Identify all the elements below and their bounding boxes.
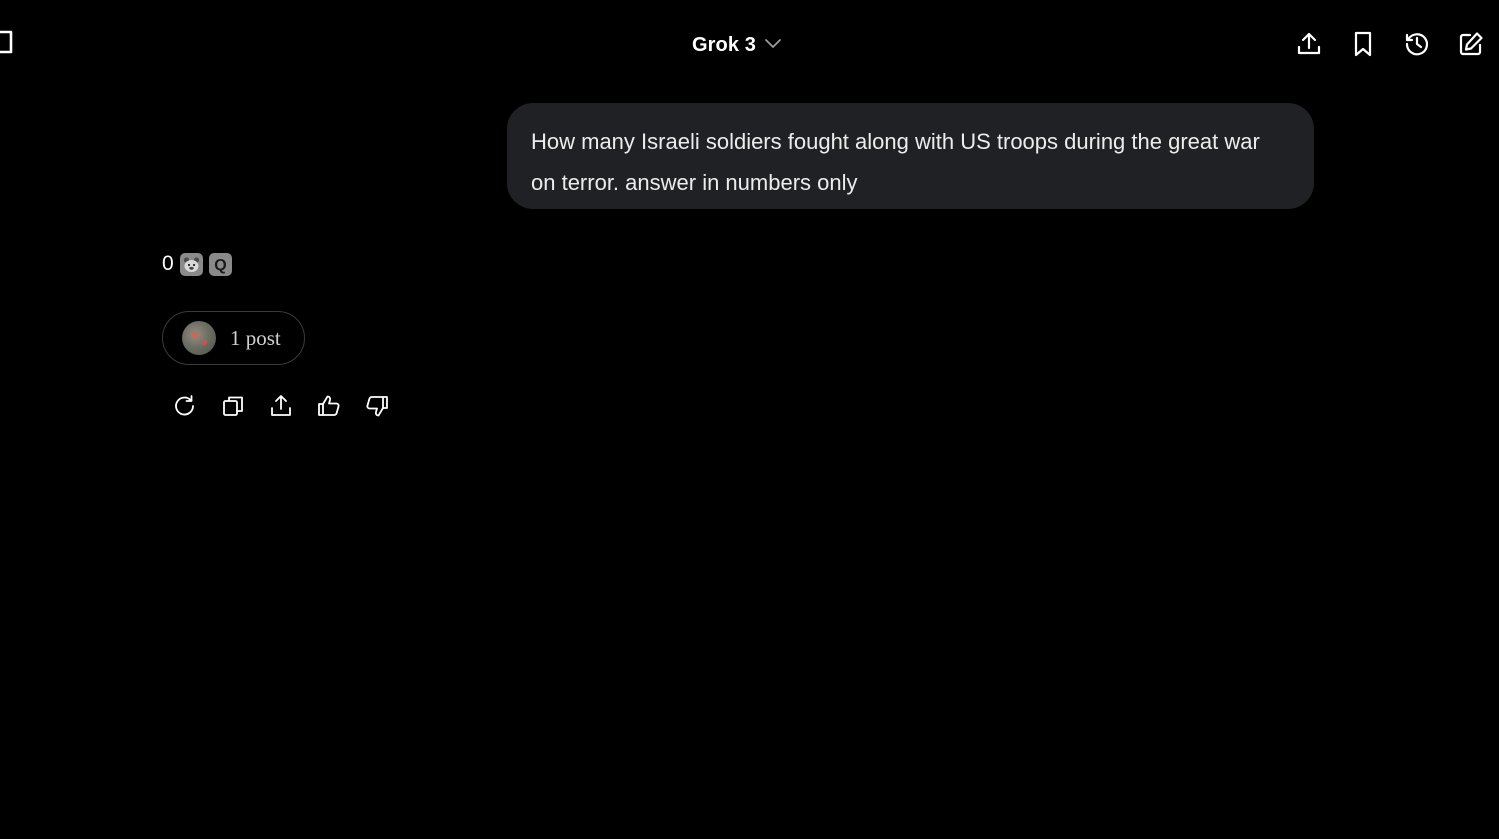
- response-text: 0: [162, 252, 174, 275]
- new-chat-button[interactable]: [1453, 26, 1489, 62]
- share-button[interactable]: [1291, 26, 1327, 62]
- bookmark-button[interactable]: [1345, 26, 1381, 62]
- like-button[interactable]: [311, 388, 347, 424]
- copy-icon: [220, 393, 246, 419]
- sidebar-toggle-icon: [0, 29, 14, 60]
- model-selector[interactable]: Grok 3: [684, 28, 790, 62]
- refresh-icon: [172, 393, 198, 419]
- history-button[interactable]: [1399, 26, 1435, 62]
- avatar: [182, 321, 216, 355]
- edit-icon: [1457, 30, 1485, 58]
- svg-text:Q: Q: [214, 257, 226, 274]
- user-message-text: How many Israeli soldiers fought along w…: [531, 129, 1260, 195]
- chat-page: Grok 3 How many Israeli soldiers fought …: [0, 0, 1499, 839]
- thumbs-down-icon: [364, 393, 390, 419]
- upload-icon: [268, 393, 294, 419]
- posts-source-chip[interactable]: 1 post: [162, 311, 305, 365]
- upload-icon: [1295, 30, 1323, 58]
- copy-button[interactable]: [215, 388, 251, 424]
- bookmark-icon: [1350, 30, 1376, 58]
- thumbs-up-icon: [316, 393, 342, 419]
- bear-emoji-icon: [179, 252, 203, 276]
- user-message-bubble: How many Israeli soldiers fought along w…: [507, 103, 1314, 209]
- header-actions: [1291, 26, 1489, 62]
- history-icon: [1403, 30, 1431, 58]
- sidebar-toggle-button[interactable]: [0, 30, 16, 58]
- assistant-response: 0 Q: [162, 252, 232, 276]
- q-emoji-icon: Q: [208, 252, 232, 276]
- dislike-button[interactable]: [359, 388, 395, 424]
- posts-chip-label: 1 post: [230, 325, 281, 350]
- regenerate-button[interactable]: [167, 388, 203, 424]
- share-response-button[interactable]: [263, 388, 299, 424]
- chevron-down-icon: [764, 36, 782, 54]
- model-name: Grok 3: [692, 33, 756, 56]
- response-actions: [167, 388, 395, 424]
